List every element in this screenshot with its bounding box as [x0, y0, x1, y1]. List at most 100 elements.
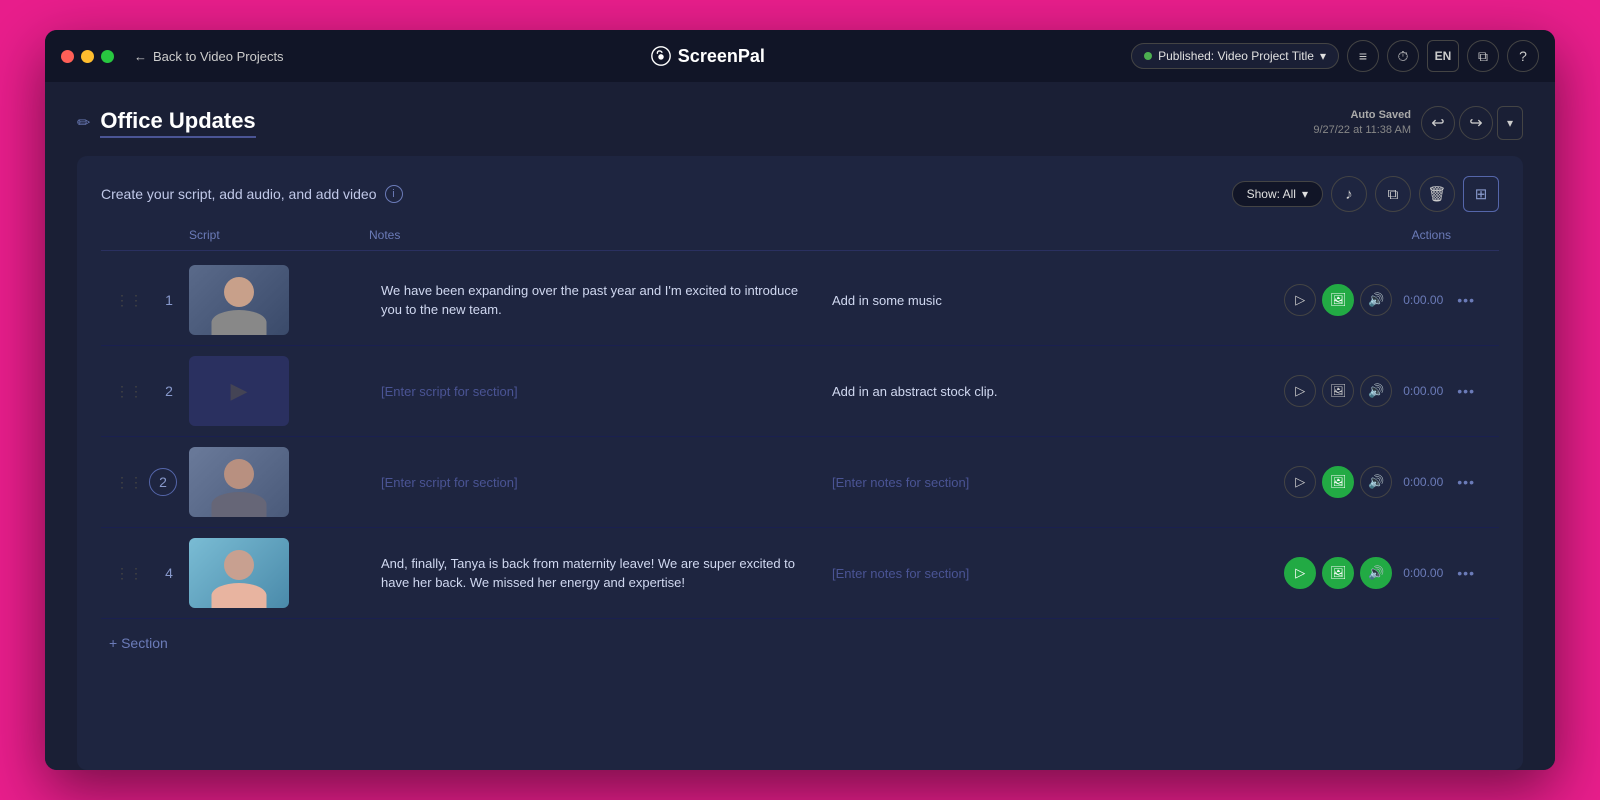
image-button[interactable]: 🖼 [1322, 557, 1354, 589]
person-body [212, 583, 267, 608]
page-title: Office Updates [100, 108, 255, 138]
video-placeholder-icon: ▶ [231, 378, 248, 404]
video-toggle-button[interactable]: ▷ [1284, 375, 1316, 407]
copy-icon: ⧉ [1388, 186, 1399, 203]
image-button[interactable]: 🖼 [1322, 375, 1354, 407]
more-row-actions[interactable]: ••• [1449, 288, 1483, 312]
close-button[interactable] [61, 50, 74, 63]
publish-button[interactable]: Published: Video Project Title ▾ [1131, 43, 1339, 69]
avatar [224, 459, 254, 489]
row-actions: ▷ 🖼 🔊 0:00.00 ••• [1271, 557, 1491, 589]
image-button[interactable]: 🖼 [1322, 466, 1354, 498]
script-text[interactable]: We have been expanding over the past yea… [369, 281, 820, 320]
thumbnail[interactable] [189, 447, 289, 517]
drag-handle[interactable]: ⋮⋮ [109, 292, 149, 309]
thumbnail[interactable] [189, 265, 289, 335]
person-body [212, 310, 267, 335]
speaker-icon: 🔊 [1368, 292, 1384, 308]
history-icon: ⏱ [1398, 48, 1409, 65]
autosave-area: Auto Saved 9/27/22 at 11:38 AM ↩ ↪ ▾ [1313, 106, 1523, 140]
back-label: Back to Video Projects [153, 49, 284, 64]
delete-button[interactable]: 🗑 [1419, 176, 1455, 212]
avatar [224, 550, 254, 580]
image-icon: 🖼 [1330, 292, 1347, 308]
screenpal-logo-icon [650, 45, 672, 67]
image-icon: 🖼 [1330, 565, 1347, 581]
more-row-actions[interactable]: ••• [1449, 470, 1483, 494]
audio-button[interactable]: 🔊 [1360, 284, 1392, 316]
instructions-text: Create your script, add audio, and add v… [101, 186, 377, 202]
script-placeholder[interactable]: [Enter script for section] [369, 475, 820, 490]
publish-chevron-icon: ▾ [1320, 49, 1326, 63]
panel-instructions: Create your script, add audio, and add v… [101, 185, 403, 203]
copy-button[interactable]: ⧉ [1375, 176, 1411, 212]
captions-button[interactable]: ≡ [1347, 40, 1379, 72]
col-header-actions: Actions [1271, 228, 1491, 242]
video-icon: ▷ [1295, 474, 1305, 490]
script-text[interactable]: And, finally, Tanya is back from materni… [369, 554, 820, 593]
audio-button[interactable]: 🔊 [1360, 375, 1392, 407]
more-options-button[interactable]: ▾ [1497, 106, 1523, 140]
help-button[interactable]: ? [1507, 40, 1539, 72]
image-icon: 🖼 [1330, 474, 1347, 490]
maximize-button[interactable] [101, 50, 114, 63]
notes-placeholder[interactable]: [Enter notes for section] [820, 475, 1271, 490]
col-header-notes: Notes [369, 228, 820, 242]
drag-handle[interactable]: ⋮⋮ [109, 383, 149, 400]
redo-icon: ↪ [1469, 113, 1482, 133]
main-content: ✏ Office Updates Auto Saved 9/27/22 at 1… [45, 82, 1555, 770]
video-toggle-button[interactable]: ▷ [1284, 557, 1316, 589]
notes-text[interactable]: Add in some music [820, 293, 1271, 308]
layers-icon: ⧉ [1478, 48, 1488, 65]
redo-button[interactable]: ↪ [1459, 106, 1493, 140]
audio-button[interactable]: 🔊 [1360, 557, 1392, 589]
minimize-button[interactable] [81, 50, 94, 63]
back-button[interactable]: ← Back to Video Projects [134, 49, 284, 64]
autosave-date: 9/27/22 at 11:38 AM [1313, 123, 1411, 138]
layers-button[interactable]: ⧉ [1467, 40, 1499, 72]
autosave-text: Auto Saved 9/27/22 at 11:38 AM [1313, 108, 1411, 139]
music-icon: ♪ [1345, 186, 1353, 203]
time-display: 0:00.00 [1398, 566, 1443, 580]
more-row-actions[interactable]: ••• [1449, 561, 1483, 585]
script-placeholder[interactable]: [Enter script for section] [369, 384, 820, 399]
info-icon[interactable]: i [385, 185, 403, 203]
undo-button[interactable]: ↩ [1421, 106, 1455, 140]
video-toggle-button[interactable]: ▷ [1284, 284, 1316, 316]
chevron-down-icon: ▾ [1507, 116, 1513, 130]
notes-placeholder[interactable]: [Enter notes for section] [820, 566, 1271, 581]
trash-icon: 🗑 [1427, 185, 1446, 203]
edit-icon[interactable]: ✏ [77, 113, 90, 133]
history-button[interactable]: ⏱ [1387, 40, 1419, 72]
music-button[interactable]: ♪ [1331, 176, 1367, 212]
audio-button[interactable]: 🔊 [1360, 466, 1392, 498]
row-actions: ▷ 🖼 🔊 0:00.00 ••• [1271, 466, 1491, 498]
drag-handle[interactable]: ⋮⋮ [109, 474, 149, 491]
more-row-actions[interactable]: ••• [1449, 379, 1483, 403]
show-filter-button[interactable]: Show: All ▾ [1232, 181, 1323, 207]
video-icon: ▷ [1295, 565, 1305, 581]
rows-container: ⋮⋮ 1 We have been expanding over the pas… [101, 255, 1499, 750]
undo-redo-controls: ↩ ↪ ▾ [1421, 106, 1523, 140]
avatar [224, 277, 254, 307]
row-number: 2 [149, 383, 189, 399]
publish-status-dot [1144, 52, 1152, 60]
person-body [212, 492, 267, 517]
image-button[interactable]: 🖼 [1322, 284, 1354, 316]
add-section-button[interactable]: + Section [101, 619, 1499, 667]
logo: ScreenPal [650, 45, 765, 67]
row-number: 1 [149, 292, 189, 308]
thumbnail[interactable]: ▶ [189, 356, 289, 426]
add-section-label: + Section [109, 635, 168, 651]
thumbnail[interactable] [189, 538, 289, 608]
captions-icon: ≡ [1359, 48, 1367, 64]
grid-view-button[interactable]: ⊞ [1463, 176, 1499, 212]
time-display: 0:00.00 [1398, 384, 1443, 398]
video-toggle-button[interactable]: ▷ [1284, 466, 1316, 498]
drag-handle[interactable]: ⋮⋮ [109, 565, 149, 582]
col-header-script: Script [189, 228, 369, 242]
filter-chevron-icon: ▾ [1302, 187, 1308, 201]
language-button[interactable]: EN [1427, 40, 1459, 72]
video-icon: ▷ [1295, 383, 1305, 399]
notes-text[interactable]: Add in an abstract stock clip. [820, 384, 1271, 399]
